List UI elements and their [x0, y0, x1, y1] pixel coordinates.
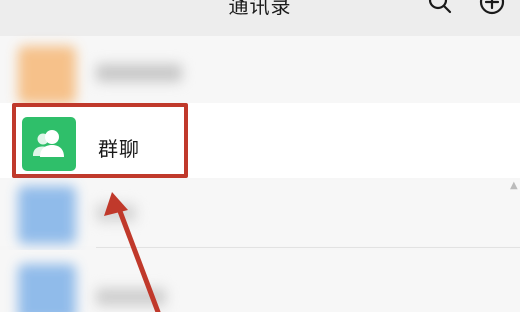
group-chat-label: 群聊: [98, 137, 140, 161]
avatar: [18, 186, 76, 244]
blurred-name: [96, 288, 166, 306]
list-item[interactable]: [0, 36, 520, 108]
group-chat-row[interactable]: 群聊: [12, 103, 188, 178]
list-item[interactable]: [0, 180, 520, 246]
search-icon[interactable]: [426, 0, 454, 16]
scroll-indicator[interactable]: ▲: [510, 180, 518, 191]
divider: [96, 247, 520, 248]
add-icon[interactable]: [478, 0, 506, 16]
contacts-screen: 通讯录 群聊 ▲: [0, 0, 520, 312]
avatar: [18, 264, 76, 312]
blurred-name: [96, 64, 182, 82]
list-item[interactable]: [0, 250, 520, 312]
group-chat-avatar: [22, 117, 76, 171]
blurred-name: [96, 204, 136, 222]
group-people-icon: [33, 130, 64, 157]
avatar: [18, 46, 76, 104]
top-bar: 通讯录: [0, 0, 520, 36]
